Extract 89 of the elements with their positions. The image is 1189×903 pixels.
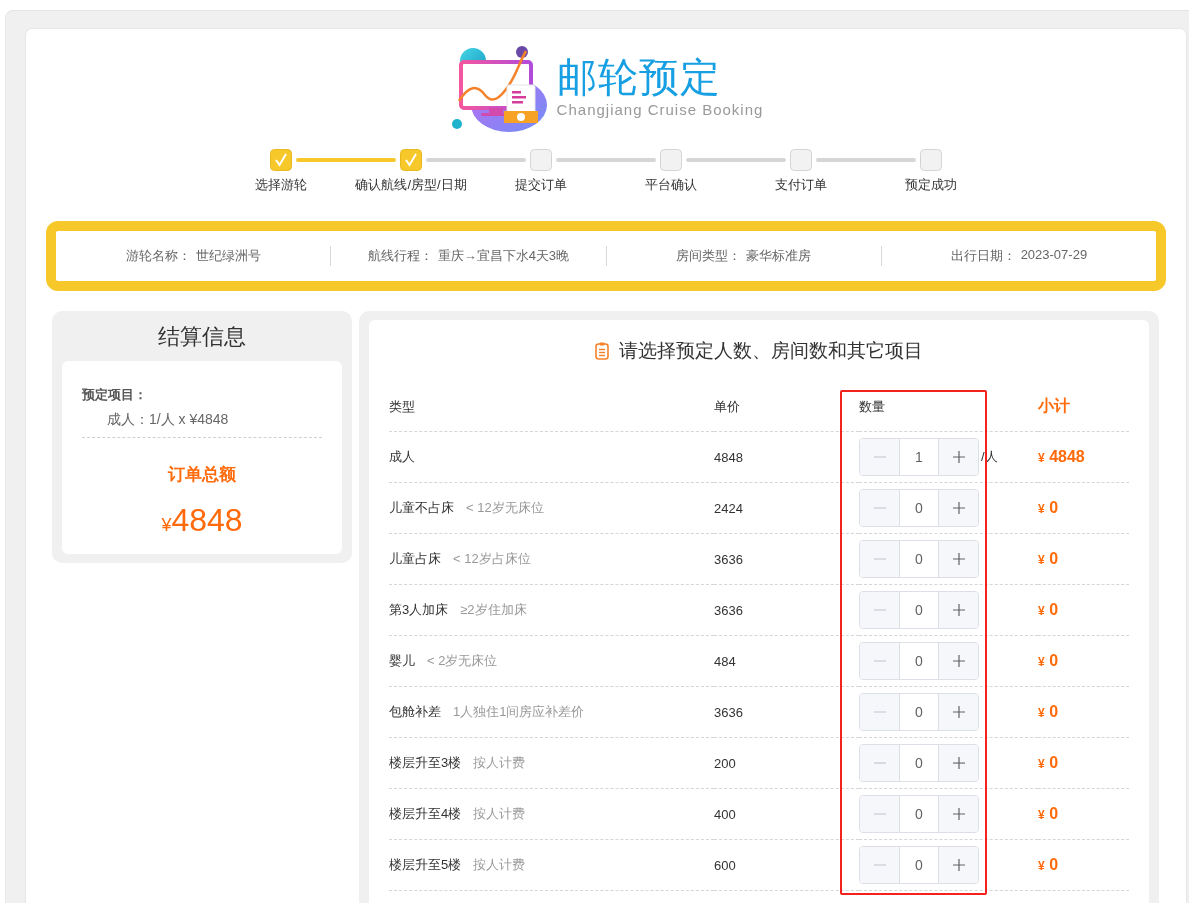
quantity-stepper[interactable]: 0	[859, 744, 979, 782]
step-label: 确认航线/房型/日期	[355, 177, 467, 193]
trip-info-value: 重庆→宜昌下水4天3晚	[437, 247, 570, 265]
order-total-label: 订单总额	[168, 465, 236, 485]
increase-button[interactable]	[938, 541, 978, 577]
page-subtitle: Changjiang Cruise Booking	[556, 100, 764, 120]
page-title: 邮轮预定	[556, 54, 721, 100]
item-name: 婴儿	[389, 652, 415, 670]
trip-info-value: 世纪绿洲号	[195, 247, 261, 265]
item-note: 按人计费	[473, 754, 526, 772]
subtotal-amount: ¥ 0	[1038, 652, 1059, 670]
subtotal-amount: ¥ 0	[1038, 805, 1059, 823]
step-label: 预定成功	[905, 177, 957, 193]
subtotal-amount: ¥ 0	[1038, 754, 1059, 772]
item-name: 楼层升至4楼	[389, 805, 462, 823]
item-note: < 2岁无床位	[427, 652, 498, 670]
unit-price: 600	[714, 857, 736, 873]
trip-info-value: 2023-07-29	[1020, 247, 1088, 264]
unit-price: 4848	[714, 449, 743, 465]
item-name: 包舱补差	[389, 703, 441, 721]
subtotal-amount: ¥ 0	[1038, 856, 1059, 874]
document-icon	[595, 342, 609, 360]
plus-icon	[952, 604, 965, 616]
step-label: 提交订单	[515, 177, 567, 193]
subtotal-amount: ¥ 0	[1038, 550, 1059, 568]
summary-items-label: 预定项目：	[82, 387, 147, 403]
item-name: 楼层升至5楼	[389, 856, 462, 874]
increase-button[interactable]	[938, 490, 978, 526]
item-name: 楼层升至3楼	[389, 754, 462, 772]
quantity-stepper[interactable]: 0	[859, 642, 979, 680]
increase-button[interactable]	[938, 643, 978, 679]
increase-button[interactable]	[938, 745, 978, 781]
step-label: 平台确认	[645, 177, 697, 193]
quantity-stepper[interactable]: 0	[859, 540, 979, 578]
item-note: 按人计费	[473, 805, 526, 823]
item-name: 成人	[389, 448, 415, 466]
step-label: 选择游轮	[255, 177, 307, 193]
unit-price: 200	[714, 755, 736, 771]
summary-title: 结算信息	[157, 323, 247, 351]
item-note: 1人独住1间房应补差价	[453, 703, 585, 721]
plus-icon	[952, 553, 965, 565]
plus-icon	[952, 859, 965, 871]
item-name: 第3人加床	[389, 601, 449, 619]
trip-info-label: 游轮名称：	[125, 247, 191, 265]
subtotal-amount: ¥ 4848	[1038, 448, 1085, 466]
subtotal-amount: ¥ 0	[1038, 601, 1059, 619]
unit-price: 400	[714, 806, 736, 822]
quantity-stepper[interactable]: 0	[859, 795, 979, 833]
trip-info-label: 航线行程：	[367, 247, 433, 265]
plus-icon	[952, 757, 965, 769]
item-note: < 12岁无床位	[466, 499, 544, 517]
increase-button[interactable]	[938, 847, 978, 883]
unit-price: 484	[714, 653, 736, 669]
quantity-stepper[interactable]: 1	[859, 438, 979, 476]
column-header: 数量	[859, 397, 885, 416]
unit-price: 3636	[714, 602, 743, 618]
increase-button[interactable]	[938, 694, 978, 730]
increase-button[interactable]	[938, 592, 978, 628]
plus-icon	[952, 706, 965, 718]
step-label: 支付订单	[775, 177, 827, 193]
plus-icon	[952, 451, 965, 463]
summary-item: 成人：1/人 x ¥4848	[107, 411, 229, 427]
subtotal-amount: ¥ 0	[1038, 703, 1059, 721]
item-note: ≥2岁住加床	[460, 601, 527, 619]
quantity-stepper[interactable]: 0	[859, 489, 979, 527]
column-header: 小计	[1038, 396, 1070, 416]
quantity-stepper[interactable]: 0	[859, 591, 979, 629]
unit-price: 2424	[714, 500, 743, 516]
item-name: 儿童不占床	[389, 499, 454, 517]
unit-price: 3636	[714, 704, 743, 720]
plus-icon	[952, 655, 965, 667]
plus-icon	[952, 808, 965, 820]
subtotal-amount: ¥ 0	[1038, 499, 1059, 517]
item-note: 按人计费	[473, 856, 526, 874]
column-header: 类型	[389, 397, 415, 416]
increase-button[interactable]	[938, 439, 978, 475]
selection-title: 请选择预定人数、房间数和其它项目	[619, 339, 923, 363]
trip-info-value: 豪华标准房	[746, 247, 812, 265]
plus-icon	[952, 502, 965, 514]
trip-info-label: 出行日期：	[950, 247, 1016, 265]
trip-info-label: 房间类型：	[676, 247, 742, 265]
increase-button[interactable]	[938, 796, 978, 832]
quantity-stepper[interactable]: 0	[859, 846, 979, 884]
column-header: 单价	[714, 397, 740, 416]
item-name: 儿童占床	[389, 550, 441, 568]
quantity-stepper[interactable]: 0	[859, 693, 979, 731]
unit-price: 3636	[714, 551, 743, 567]
order-total-amount: ¥4848	[161, 501, 243, 540]
item-note: < 12岁占床位	[453, 550, 531, 568]
